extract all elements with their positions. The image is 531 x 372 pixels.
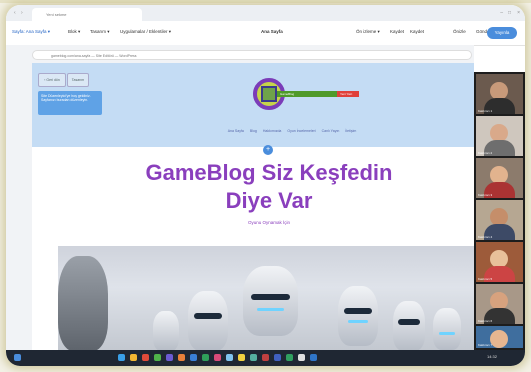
participant-name: Katılımcı 1	[478, 109, 493, 113]
app-icon[interactable]	[298, 354, 305, 361]
toolbar-item-block[interactable]: Blok ▾	[68, 29, 80, 35]
hero-title-line1: GameBlog Siz Keşfedin	[145, 160, 393, 185]
logo-red-button[interactable]: Yeni Yazı	[337, 91, 359, 97]
robot-figure	[433, 308, 461, 350]
participant-avatar	[490, 330, 508, 348]
robot-visor	[194, 313, 222, 319]
add-block-icon[interactable]: +	[263, 145, 273, 155]
browser-tab-bar: Yeni sekme ‹ › – □ ×	[6, 5, 525, 21]
participant-name: Katılımcı 7	[478, 343, 493, 347]
excel-icon[interactable]	[202, 354, 209, 361]
close-icon[interactable]: ×	[517, 10, 520, 16]
app-icon[interactable]	[310, 354, 317, 361]
app-icon[interactable]	[238, 354, 245, 361]
site-nav: Ana Sayfa Blog Hakkımızda Oyun İncelemel…	[212, 129, 372, 133]
hero-image	[58, 246, 478, 350]
tab-title: Yeni sekme	[46, 12, 67, 17]
back-button[interactable]: ‹ Geri dön	[38, 73, 66, 87]
robot-visor	[344, 308, 372, 314]
start-icon[interactable]	[14, 354, 21, 361]
robot-glow	[439, 332, 455, 335]
toolbar-preview[interactable]: Ön izleme ▾	[356, 29, 380, 35]
nav-item-reviews[interactable]: Oyun İncelemeleri	[287, 129, 315, 133]
logo-text-strip: GameBlog	[277, 91, 337, 97]
participant-name: Katılımcı 6	[478, 319, 493, 323]
robot-figure	[393, 301, 425, 350]
folder-icon[interactable]	[130, 354, 137, 361]
toolbar-save[interactable]: Kaydet	[390, 29, 404, 34]
participant-name: Katılımcı 2	[478, 151, 493, 155]
editor-area: gameblog.com/ana-sayfa — Site Editörü — …	[6, 45, 478, 350]
toolbar-preview-2[interactable]: Önizle	[453, 29, 466, 34]
participant-tile[interactable]: Katılımcı 6	[476, 284, 523, 324]
participant-tile[interactable]: Katılımcı 4	[476, 200, 523, 240]
toolbar-center-label[interactable]: Ana Sayfa	[261, 29, 283, 34]
robot-glow	[257, 308, 284, 311]
app-icon[interactable]	[250, 354, 257, 361]
decorative-stripe	[0, 0, 531, 3]
app-icon[interactable]	[226, 354, 233, 361]
edge-icon[interactable]	[118, 354, 125, 361]
logo-inner-icon	[261, 86, 277, 102]
forward-icon[interactable]: ›	[21, 10, 23, 16]
toolbar-item-apps[interactable]: Uygulamalar / Eklentiler ▾	[120, 29, 171, 35]
minimize-icon[interactable]: –	[500, 10, 503, 16]
nav-item-about[interactable]: Hakkımızda	[263, 129, 281, 133]
publish-button[interactable]: Yayınla	[487, 27, 517, 39]
app-icon[interactable]	[154, 354, 161, 361]
clock[interactable]: 14:32	[487, 354, 497, 359]
design-toggle-button[interactable]: Tasarım	[67, 73, 89, 87]
welcome-notice: Site Düzenleyici'ye hoş geldiniz. Sayfan…	[38, 91, 102, 115]
taskbar: 14:32	[6, 350, 525, 366]
participant-tile[interactable]: Katılımcı 5	[476, 242, 523, 282]
toolbar-save-2[interactable]: Kaydet	[410, 29, 424, 34]
robot-figure	[243, 266, 298, 336]
inner-url-bar[interactable]: gameblog.com/ana-sayfa — Site Editörü — …	[32, 50, 472, 60]
robot-visor	[251, 294, 290, 300]
teams-icon[interactable]	[166, 354, 173, 361]
participant-tile[interactable]: Katılımcı 2	[476, 116, 523, 156]
robot-figure	[188, 291, 228, 350]
participant-tile[interactable]: Katılımcı 1	[476, 74, 523, 114]
robot-figure	[153, 311, 179, 350]
page-canvas: ‹ Geri dön Tasarım Site Düzenleyici'ye h…	[32, 63, 478, 350]
nav-item-live[interactable]: Canlı Yayın	[322, 129, 340, 133]
participant-tile[interactable]: Katılımcı 3	[476, 158, 523, 198]
robot-visor	[398, 319, 420, 325]
toolbar-item-design[interactable]: Tasarım ▾	[90, 29, 110, 35]
app-icon[interactable]	[262, 354, 269, 361]
robot-figure	[58, 256, 108, 350]
nav-item-contact[interactable]: İletişim	[345, 129, 356, 133]
robot-glow	[348, 320, 368, 323]
browser-tab[interactable]: Yeni sekme	[32, 8, 142, 21]
back-icon[interactable]: ‹	[14, 10, 16, 16]
site-header: ‹ Geri dön Tasarım Site Düzenleyici'ye h…	[32, 63, 474, 147]
app-icon[interactable]	[286, 354, 293, 361]
maximize-icon[interactable]: □	[508, 10, 511, 16]
hero-subtitle: Oyunu Oynamak İçin	[247, 220, 291, 225]
robot-figure	[338, 286, 378, 346]
app-icon[interactable]	[178, 354, 185, 361]
screenshot-frame: Yeni sekme ‹ › – □ × Sayfa: Ana Sayfa ▾ …	[6, 5, 525, 366]
participant-tile[interactable]: Katılımcı 7	[476, 326, 523, 348]
participant-name: Katılımcı 5	[478, 277, 493, 281]
participant-name: Katılımcı 4	[478, 235, 493, 239]
toolbar-item-page[interactable]: Sayfa: Ana Sayfa ▾	[12, 29, 50, 35]
editor-toolbar: Sayfa: Ana Sayfa ▾ Blok ▾ Tasarım ▾ Uygu…	[6, 21, 525, 46]
app-icon[interactable]	[274, 354, 281, 361]
chrome-icon[interactable]	[142, 354, 149, 361]
participant-name: Katılımcı 3	[478, 193, 493, 197]
hero-title: GameBlog Siz Keşfedin Diye Var	[132, 159, 406, 215]
nav-item-home[interactable]: Ana Sayfa	[228, 129, 244, 133]
word-icon[interactable]	[190, 354, 197, 361]
app-icon[interactable]	[214, 354, 221, 361]
nav-item-blog[interactable]: Blog	[250, 129, 257, 133]
hero-title-line2: Diye Var	[225, 188, 313, 213]
video-call-panel: Katılımcı 1 Katılımcı 2 Katılımcı 3 Katı…	[474, 72, 525, 350]
notice-text: Site Düzenleyici'ye hoş geldiniz. Sayfan…	[41, 94, 91, 102]
